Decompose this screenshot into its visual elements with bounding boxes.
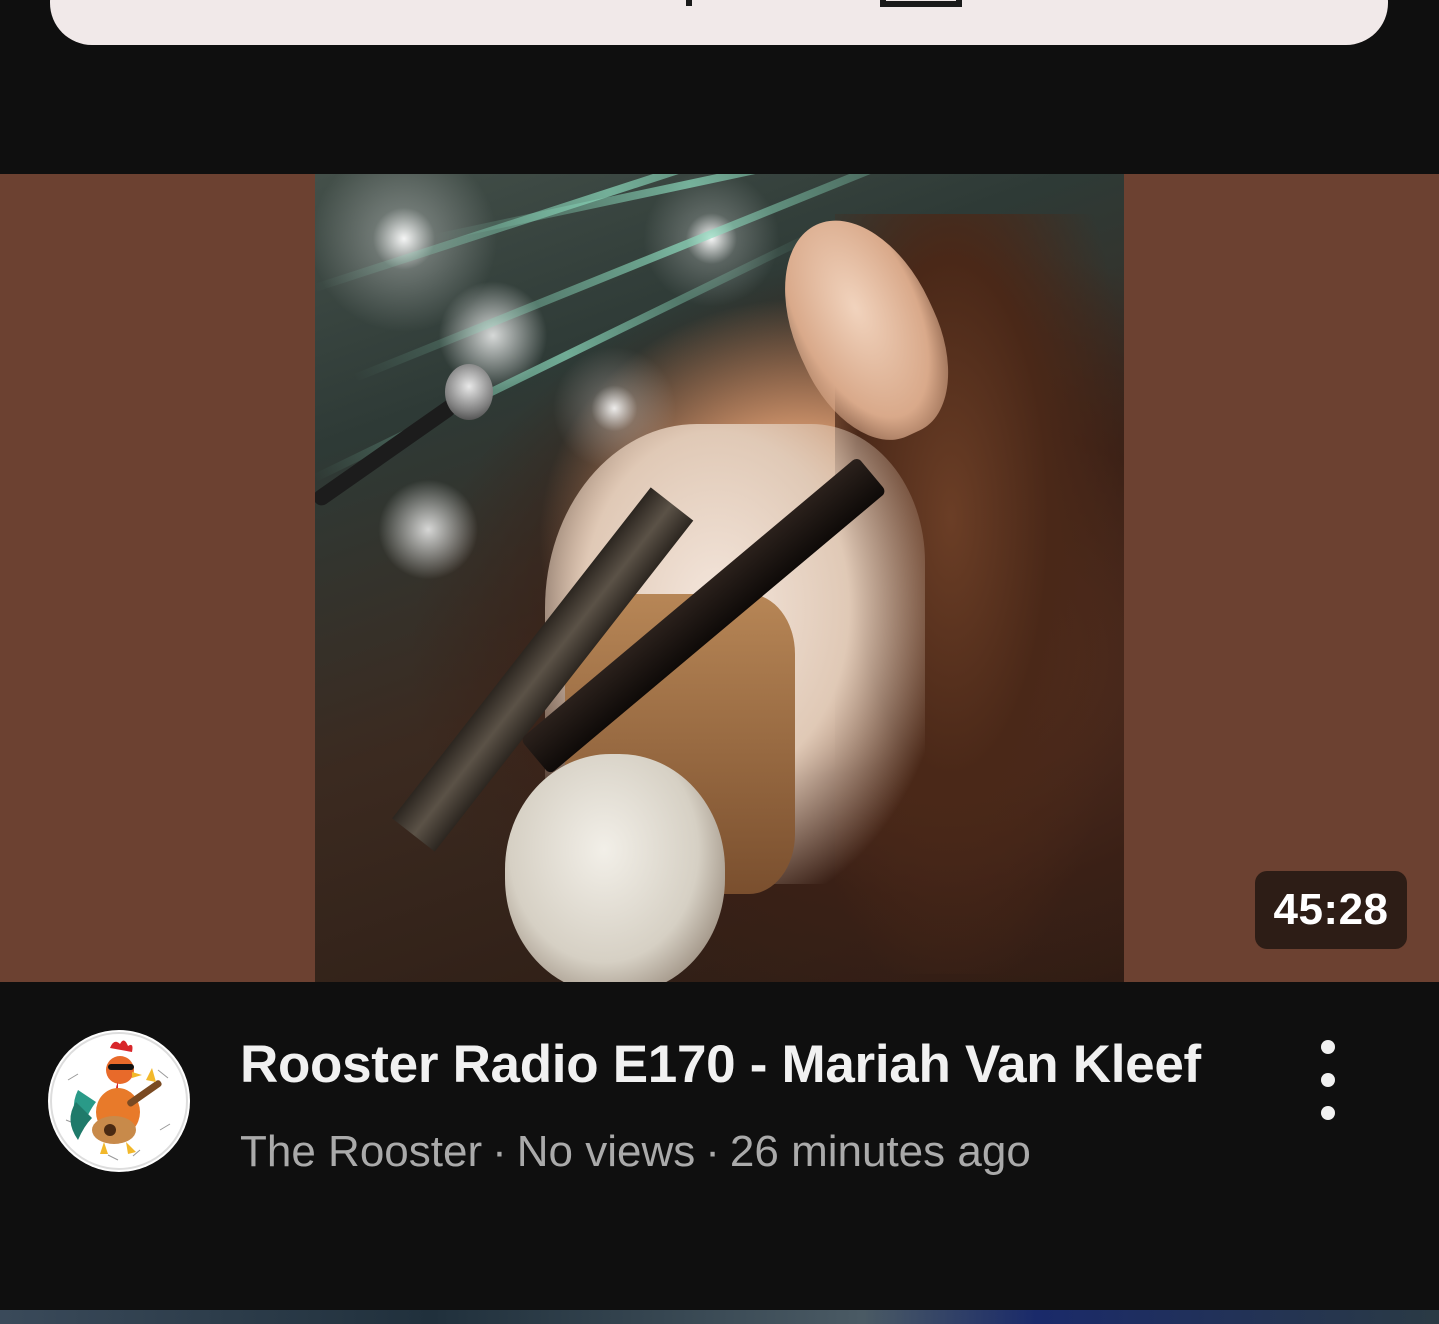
more-options-button[interactable]: [1300, 1040, 1356, 1120]
next-video-preview[interactable]: [0, 1310, 1439, 1324]
video-meta: Rooster Radio E170 - Mariah Van Kleef Th…: [0, 982, 1439, 1312]
video-thumbnail[interactable]: 45:28: [0, 174, 1439, 982]
view-count: No views: [516, 1127, 696, 1176]
search-bar-icon[interactable]: [880, 0, 962, 7]
separator: ·: [492, 1127, 507, 1176]
rooster-icon: [50, 1032, 188, 1170]
more-vert-icon: [1321, 1040, 1335, 1054]
video-subline: The Rooster · No views · 26 minutes ago: [240, 1127, 1031, 1177]
duration-badge: 45:28: [1255, 871, 1407, 949]
separator: ·: [705, 1127, 720, 1176]
channel-name[interactable]: The Rooster: [240, 1127, 482, 1176]
more-vert-icon-dot: [1321, 1106, 1335, 1120]
channel-avatar[interactable]: [48, 1030, 190, 1172]
thumbnail-image: [315, 174, 1124, 982]
search-bar-glyph: [686, 0, 692, 6]
search-bar[interactable]: [50, 0, 1388, 45]
upload-age: 26 minutes ago: [729, 1127, 1031, 1176]
more-vert-icon-dot: [1321, 1073, 1335, 1087]
video-title[interactable]: Rooster Radio E170 - Mariah Van Kleef: [240, 1034, 1201, 1095]
